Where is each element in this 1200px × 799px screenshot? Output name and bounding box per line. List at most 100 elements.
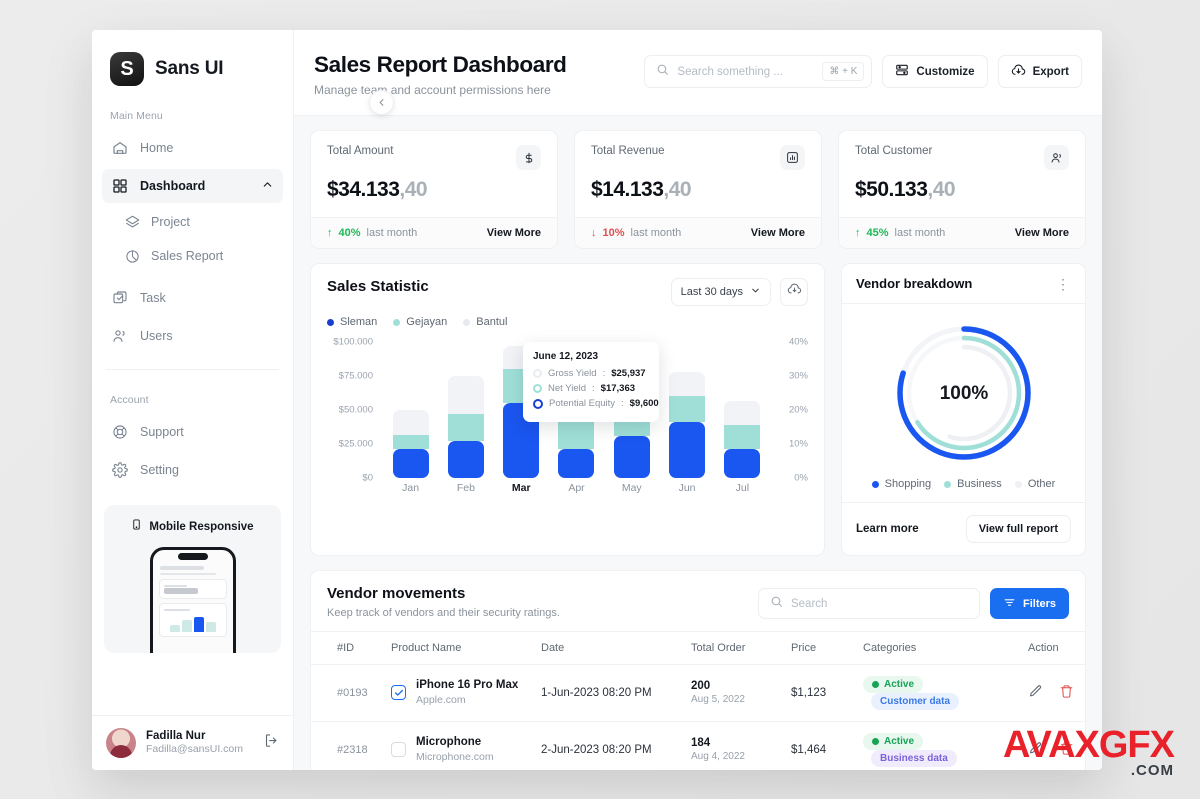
legend-label: Shopping [884, 478, 932, 490]
sidebar-item-dashboard[interactable]: Dashboard [102, 169, 283, 203]
column-header-action[interactable]: Action [1022, 631, 1085, 665]
search-icon [656, 63, 669, 81]
sidebar-item-users[interactable]: Users [102, 319, 283, 353]
sidebar-item-support[interactable]: Support [102, 415, 283, 449]
sidebar-item-label: Support [140, 425, 184, 439]
bar-column[interactable] [438, 342, 493, 478]
view-full-report-button[interactable]: View full report [965, 515, 1071, 543]
table-row[interactable]: #2318 Microphone Microphone.com 2-Jun-20… [311, 721, 1085, 770]
search-icon [770, 595, 783, 613]
product-info: Microphone Microphone.com [416, 735, 494, 764]
bar-column[interactable] [659, 342, 714, 478]
customize-button[interactable]: Customize [882, 55, 988, 88]
legend-item[interactable]: Other [1014, 478, 1055, 490]
sidebar-item-setting[interactable]: Setting [102, 453, 283, 487]
bar-chart-icon [780, 145, 805, 170]
table-row[interactable]: #0193 iPhone 16 Pro Max Apple.com 1-Jun-… [311, 664, 1085, 722]
tooltip-value: $25,937 [611, 368, 646, 379]
export-button[interactable]: Export [997, 55, 1082, 88]
gear-icon [111, 462, 128, 479]
phone-notch [177, 553, 208, 560]
column-header-product[interactable]: Product Name [385, 631, 535, 665]
sidebar-collapse-button[interactable] [369, 90, 394, 115]
bar-column[interactable] [383, 342, 438, 478]
learn-more-link[interactable]: Learn more [856, 523, 919, 535]
filter-icon [1003, 596, 1016, 612]
user-email: Fadilla@sansUI.com [146, 743, 244, 756]
logout-icon[interactable] [264, 733, 279, 753]
sidebar-item-task[interactable]: Task [102, 281, 283, 315]
search-input[interactable] [677, 65, 815, 78]
sidebar-item-label: Task [140, 291, 166, 305]
column-header-order[interactable]: Total Order [685, 631, 785, 665]
column-header-id[interactable]: #ID [311, 631, 385, 665]
edit-icon[interactable] [1028, 741, 1043, 759]
vendor-breakdown-title: Vendor breakdown [856, 276, 973, 291]
view-more-link[interactable]: View More [751, 227, 805, 239]
row-checkbox[interactable] [391, 742, 406, 758]
view-more-link[interactable]: View More [1015, 227, 1069, 239]
tooltip-row: Potential Equity : $9,600 [533, 398, 659, 409]
row-actions [1028, 684, 1079, 702]
stat-header: Total Customer [855, 145, 1069, 170]
stat-card-total-customer: Total Customer $50.133,40 ↑ 45% last mon… [838, 130, 1086, 249]
date-range-select[interactable]: Last 30 days [670, 278, 771, 306]
table-body: #0193 iPhone 16 Pro Max Apple.com 1-Jun-… [311, 664, 1085, 770]
stat-delta: 40% [338, 227, 361, 239]
filters-button[interactable]: Filters [989, 588, 1069, 619]
legend-item[interactable]: Bantul [463, 316, 507, 328]
sidebar-divider [106, 369, 279, 370]
y-tick: $100.000 [333, 336, 373, 348]
table-search[interactable] [757, 588, 980, 619]
legend-item[interactable]: Gejayan [393, 316, 447, 328]
column-header-price[interactable]: Price [785, 631, 857, 665]
page-heading: Sales Report Dashboard Manage team and a… [314, 52, 567, 97]
stat-value: $14.133,40 [591, 178, 805, 202]
sidebar-item-sales-report[interactable]: Sales Report [118, 240, 283, 272]
legend-item[interactable]: Sleman [327, 316, 377, 328]
more-vertical-icon[interactable]: ⋮ [1056, 277, 1071, 291]
delete-icon[interactable] [1059, 684, 1074, 702]
column-header-category[interactable]: Categories [857, 631, 1022, 665]
global-search[interactable]: ⌘ + K [644, 55, 873, 88]
legend-item[interactable]: Shopping [871, 478, 932, 490]
tooltip-swatch-gross [533, 369, 542, 378]
bar-segment-bantul [392, 410, 429, 435]
date-range-label: Last 30 days [680, 286, 743, 298]
chevron-down-icon [750, 285, 761, 299]
y-tick: $0 [362, 472, 373, 484]
stat-period: last month [894, 227, 946, 239]
chevron-up-icon[interactable] [261, 178, 274, 194]
stat-value: $50.133,40 [855, 178, 1069, 202]
stat-footer: ↓ 10% last month View More [575, 217, 821, 248]
bar-column[interactable] [715, 342, 770, 478]
chart-title: Sales Statistic [327, 278, 429, 295]
sidebar-item-home[interactable]: Home [102, 131, 283, 165]
bar-segment-gejayan [724, 424, 761, 450]
column-header-date[interactable]: Date [535, 631, 685, 665]
user-info: Fadilla Nur Fadilla@sansUI.com [146, 729, 243, 757]
stat-period: last month [630, 227, 682, 239]
view-more-link[interactable]: View More [487, 227, 541, 239]
row-checkbox[interactable] [391, 685, 406, 701]
dollar-icon [516, 145, 541, 170]
sidebar-item-project[interactable]: Project [118, 206, 283, 238]
cell-category: Active Customer data [857, 664, 1022, 722]
vendor-movements-header: Vendor movements Keep track of vendors a… [311, 571, 1085, 631]
table-search-input[interactable] [790, 597, 968, 610]
stat-value-decimal: ,40 [927, 178, 956, 201]
user-profile[interactable]: Fadilla Nur Fadilla@sansUI.com [92, 715, 293, 770]
pie-chart-icon [124, 248, 140, 264]
legend-item[interactable]: Business [944, 478, 1002, 490]
cell-order: 184 Aug 4, 2022 [685, 721, 785, 770]
edit-icon[interactable] [1028, 684, 1043, 702]
phone-line [163, 609, 190, 611]
vendor-breakdown-header: Vendor breakdown ⋮ [842, 264, 1085, 304]
vendor-breakdown-footer: Learn more View full report [842, 502, 1085, 555]
legend-swatch [393, 318, 401, 326]
trend-down-icon: ↓ [591, 227, 597, 239]
promo-header: Mobile Responsive [114, 517, 271, 537]
chart-download-button[interactable] [780, 278, 808, 306]
sidebar-section-account: Account [110, 394, 149, 406]
delete-icon[interactable] [1059, 741, 1074, 759]
